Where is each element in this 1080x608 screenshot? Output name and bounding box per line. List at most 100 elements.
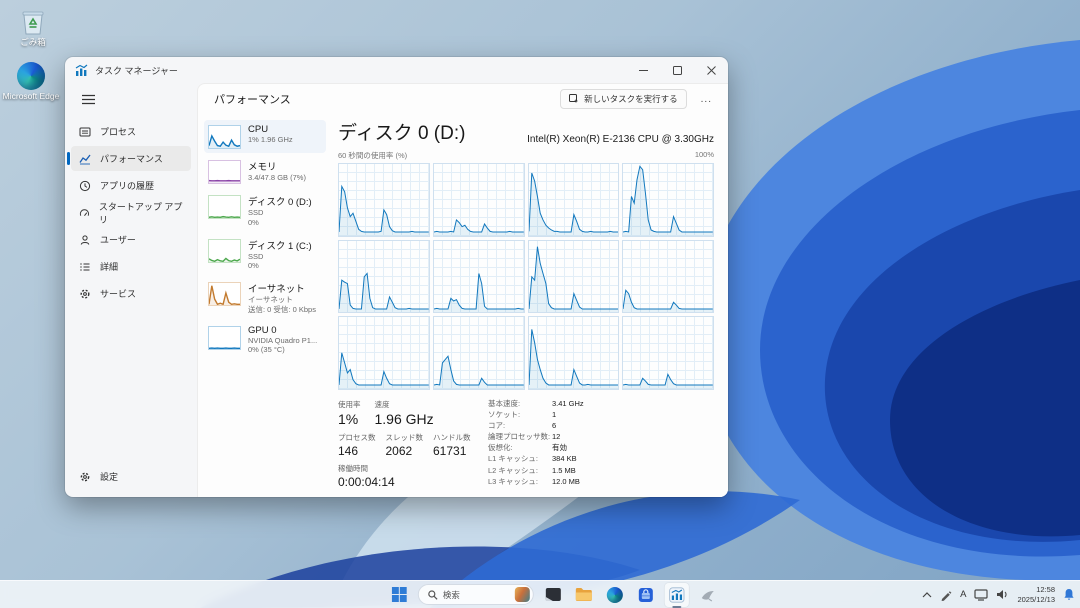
perf-item-ethernet[interactable]: イーサネットイーサネット送信: 0 受信: 0 Kbps [204,277,326,319]
taskbar: 検索 A [0,580,1080,608]
sidebar-item-performance[interactable]: パフォーマンス [71,146,191,171]
sidebar-item-settings[interactable]: 設定 [71,464,191,489]
stat-row: 論理プロセッサ数:12 [488,433,714,441]
task-manager-icon [669,587,685,603]
clock[interactable]: 12:58 2025/12/13 [1017,585,1055,605]
edge-desktop-icon[interactable]: Microsoft Edge [2,62,60,101]
sidebar-item-label: 詳細 [100,260,118,273]
notification-bell-icon[interactable] [1063,588,1075,601]
file-explorer-icon [575,587,593,602]
stat-row: ソケット:1 [488,411,714,419]
more-options-button[interactable]: ... [697,92,716,107]
sidebar-item-users[interactable]: ユーザー [71,227,191,252]
perf-item-name: ディスク 0 (D:) [248,194,312,208]
sidebar-item-startup-apps[interactable]: スタートアップ アプリ [71,200,191,225]
chart-caption: 60 秒間の使用率 (%) [338,150,407,161]
uptime-stat: 稼働時間 0:00:04:14 [338,463,474,489]
tray-chevron-up-icon[interactable] [922,591,932,599]
cpu-sparkline [208,125,241,149]
performance-detail: ディスク 0 (D:) Intel(R) Xeon(R) E-2136 CPU … [328,118,720,489]
perf-item-sub: NVIDIA Quadro P1... [248,336,317,346]
sidebar-item-processes[interactable]: プロセス [71,119,191,144]
perf-item-sub: SSD [248,208,312,218]
perf-item-text: ディスク 1 (C:)SSD0% [248,238,312,272]
perf-item-sub: 0% (35 °C) [248,345,317,355]
perf-item-sub: 1% 1.96 GHz [248,135,293,145]
search-icon [428,590,438,600]
stat-row: L3 キャッシュ:12.0 MB [488,478,714,486]
perf-item-memory[interactable]: メモリ3.4/47.8 GB (7%) [204,155,326,188]
processes-icon [79,126,91,138]
app-history-icon [79,180,91,192]
tray-date: 2025/12/13 [1017,595,1055,605]
task-manager-window: タスク マネージャー プロセスパフォーマンスアプリの履歴スタートアップ アプリユ… [65,57,728,497]
detail-title: ディスク 0 (D:) [338,118,465,145]
disk-0-sparkline [208,195,241,219]
core-chart-4 [338,240,430,314]
navigation-menu-button[interactable] [73,87,103,111]
logical-processor-charts[interactable] [338,163,714,390]
recycle-bin-icon[interactable]: ごみ箱 [4,8,62,47]
titlebar[interactable]: タスク マネージャー [65,57,728,83]
taskbar-store-button[interactable] [634,583,658,607]
close-button[interactable] [694,57,728,83]
ime-mode-indicator[interactable]: A [960,589,966,600]
sidebar-item-services[interactable]: サービス [71,281,191,306]
taskbar-terminal-button[interactable] [541,583,565,607]
hamburger-icon [82,94,95,105]
details-icon [79,261,91,273]
perf-item-cpu[interactable]: CPU1% 1.96 GHz [204,120,326,153]
taskbar-task-manager-button[interactable] [665,583,689,607]
services-icon [79,288,91,300]
tray-time: 12:58 [1017,585,1055,595]
minimize-button[interactable] [626,57,660,83]
close-icon [707,66,716,75]
edge-desktop-label: Microsoft Edge [3,92,60,101]
pen-icon[interactable] [940,589,952,601]
maximize-button[interactable] [660,57,694,83]
core-chart-10 [528,316,620,390]
minimize-icon [639,66,648,75]
performance-list: CPU1% 1.96 GHzメモリ3.4/47.8 GB (7%)ディスク 0 … [202,118,328,489]
search-highlight-image[interactable] [515,587,530,602]
sidebar-item-app-history[interactable]: アプリの履歴 [71,173,191,198]
sidebar: プロセスパフォーマンスアプリの履歴スタートアップ アプリユーザー詳細サービス 設… [65,83,197,497]
sidebar-item-details[interactable]: 詳細 [71,254,191,279]
core-chart-1 [433,163,525,237]
perf-item-gpu-0[interactable]: GPU 0NVIDIA Quadro P1...0% (35 °C) [204,321,326,360]
taskbar-edge-button[interactable] [603,583,627,607]
page-title: パフォーマンス [214,91,291,107]
desktop: ごみ箱 Microsoft Edge タスク マネージャー [0,0,1080,608]
taskbar-file-explorer-button[interactable] [572,583,596,607]
search-box[interactable]: 検索 [418,584,534,605]
stat: プロセス数146 [338,432,376,458]
core-chart-2 [528,163,620,237]
run-task-icon [569,94,579,104]
core-chart-8 [338,316,430,390]
core-chart-6 [528,240,620,314]
start-button[interactable] [387,583,411,607]
task-manager-app-icon [75,64,88,77]
speaker-icon[interactable] [996,589,1009,600]
stat-row: L1 キャッシュ:384 KB [488,455,714,463]
perf-item-disk-0[interactable]: ディスク 0 (D:)SSD0% [204,190,326,232]
main-pane: パフォーマンス 新しいタスクを実行する ... CPU1% 1.96 GHzメモ… [197,83,728,497]
core-chart-9 [433,316,525,390]
sidebar-item-label: パフォーマンス [100,152,163,165]
sidebar-item-label: スタートアップ アプリ [99,200,183,226]
perf-item-sub: 0% [248,218,312,228]
startup-apps-icon [79,207,90,219]
stat-row: 基本速度:3.41 GHz [488,400,714,408]
taskbar-app-button[interactable] [696,583,720,607]
gpu-0-sparkline [208,326,241,350]
run-new-task-button[interactable]: 新しいタスクを実行する [560,89,687,109]
perf-item-disk-1[interactable]: ディスク 1 (C:)SSD0% [204,234,326,276]
perf-item-name: メモリ [248,159,306,173]
core-chart-0 [338,163,430,237]
perf-item-name: ディスク 1 (C:) [248,238,312,252]
window-title: タスク マネージャー [95,64,178,77]
perf-item-sub: 0% [248,261,312,271]
cpu-name: Intel(R) Xeon(R) E-2136 CPU @ 3.30GHz [527,134,714,145]
perf-item-name: GPU 0 [248,325,317,336]
network-icon[interactable] [974,589,988,601]
